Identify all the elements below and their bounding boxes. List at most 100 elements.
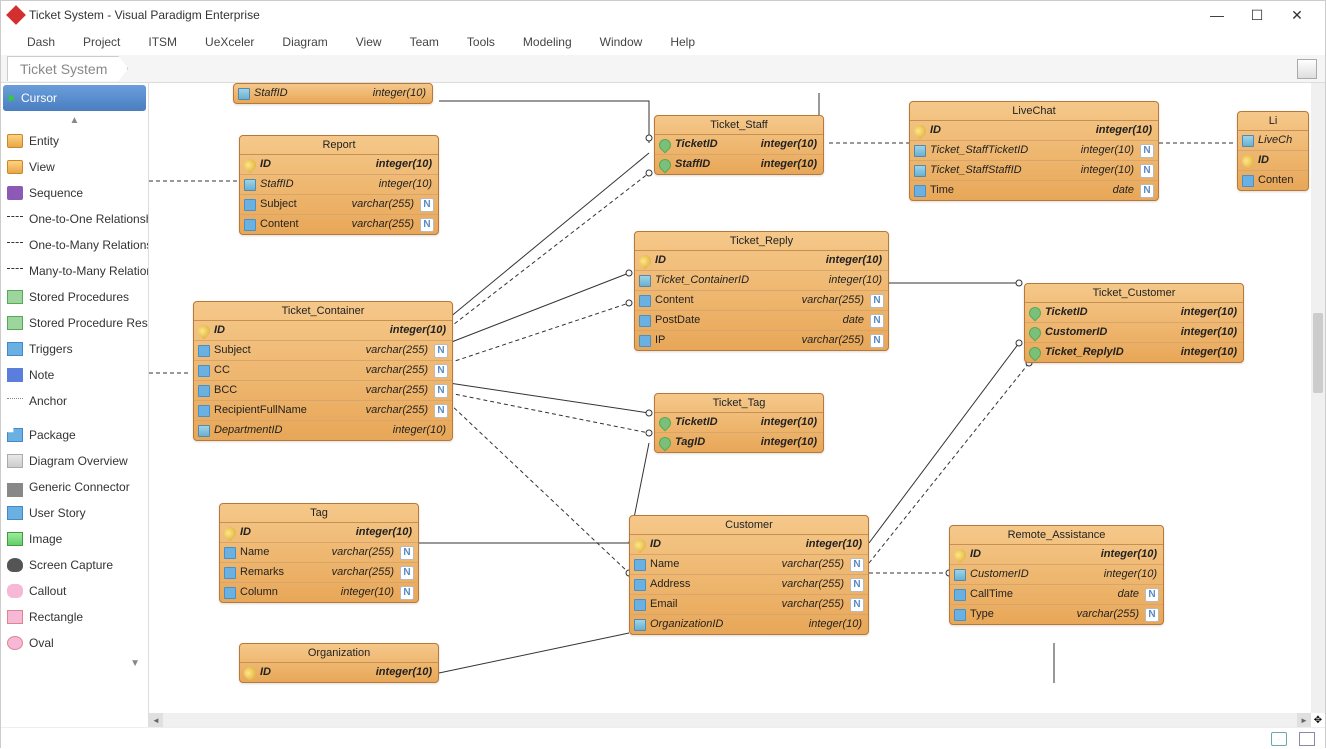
entity-column-row[interactable]: IDinteger(10) <box>635 251 888 271</box>
entity-column-row[interactable]: IDinteger(10) <box>220 523 418 543</box>
entity-column-row[interactable]: Typevarchar(255)N <box>950 605 1163 624</box>
menu-window[interactable]: Window <box>586 31 657 53</box>
entity-column-row[interactable]: StaffIDinteger(10) <box>655 155 823 174</box>
entity-column-row[interactable]: BCCvarchar(255)N <box>194 381 452 401</box>
entity-column-row[interactable]: Namevarchar(255)N <box>630 555 868 575</box>
palette-many-to-many[interactable]: Many-to-Many Relationship <box>1 258 148 284</box>
entity-column-row[interactable]: Remarksvarchar(255)N <box>220 563 418 583</box>
palette-diagram-overview[interactable]: Diagram Overview <box>1 448 148 474</box>
entity-column-row[interactable]: ID <box>1238 151 1308 171</box>
entity-ticket-reply[interactable]: Ticket_ReplyIDinteger(10)Ticket_Containe… <box>634 231 889 351</box>
palette-stored-proc[interactable]: Stored Procedures <box>1 284 148 310</box>
palette-screen-capture[interactable]: Screen Capture <box>1 552 148 578</box>
entity-column-row[interactable]: IDinteger(10) <box>240 155 438 175</box>
palette-package[interactable]: Package <box>1 422 148 448</box>
entity-column-row[interactable]: Ticket_ReplyIDinteger(10) <box>1025 343 1243 362</box>
entity-column-row[interactable]: Subjectvarchar(255)N <box>240 195 438 215</box>
horizontal-scrollbar[interactable]: ◄ ► <box>149 713 1311 727</box>
entity-organization[interactable]: OrganizationIDinteger(10) <box>239 643 439 683</box>
palette-collapse-down[interactable]: ▼ <box>1 656 148 671</box>
entity-column-row[interactable]: Contentvarchar(255)N <box>635 291 888 311</box>
entity-column-row[interactable]: StaffIDinteger(10) <box>234 84 432 103</box>
entity-column-row[interactable]: Ticket_ContainerIDinteger(10) <box>635 271 888 291</box>
entity-column-row[interactable]: PostDatedateN <box>635 311 888 331</box>
menu-project[interactable]: Project <box>69 31 134 53</box>
breadcrumb-right-button[interactable] <box>1297 59 1317 79</box>
vertical-scrollbar[interactable] <box>1311 83 1325 713</box>
palette-user-story[interactable]: User Story <box>1 500 148 526</box>
maximize-button[interactable]: ☐ <box>1237 1 1277 29</box>
entity-column-row[interactable]: IPvarchar(255)N <box>635 331 888 350</box>
entity-column-row[interactable]: Emailvarchar(255)N <box>630 595 868 615</box>
palette-cursor[interactable]: Cursor <box>3 85 146 111</box>
entity-partial-top[interactable]: StaffIDinteger(10) <box>233 83 433 104</box>
entity-column-row[interactable]: TagIDinteger(10) <box>655 433 823 452</box>
palette-entity[interactable]: Entity <box>1 128 148 154</box>
menu-itsm[interactable]: ITSM <box>134 31 191 53</box>
menu-uexceler[interactable]: UeXceler <box>191 31 268 53</box>
mail-icon[interactable] <box>1271 732 1287 746</box>
entity-report[interactable]: ReportIDinteger(10)StaffIDinteger(10)Sub… <box>239 135 439 235</box>
palette-generic-connector[interactable]: Generic Connector <box>1 474 148 500</box>
entity-column-row[interactable]: IDinteger(10) <box>630 535 868 555</box>
menu-diagram[interactable]: Diagram <box>268 31 341 53</box>
entity-column-row[interactable]: IDinteger(10) <box>950 545 1163 565</box>
palette-oval[interactable]: Oval <box>1 630 148 656</box>
entity-column-row[interactable]: Namevarchar(255)N <box>220 543 418 563</box>
entity-customer[interactable]: CustomerIDinteger(10)Namevarchar(255)NAd… <box>629 515 869 635</box>
entity-column-row[interactable]: LiveCh <box>1238 131 1308 151</box>
entity-column-row[interactable]: TicketIDinteger(10) <box>655 135 823 155</box>
entity-partial-right[interactable]: LiLiveChIDConten <box>1237 111 1309 191</box>
entity-column-row[interactable]: Contentvarchar(255)N <box>240 215 438 234</box>
menu-dash[interactable]: Dash <box>13 31 69 53</box>
palette-view[interactable]: View <box>1 154 148 180</box>
minimize-button[interactable]: — <box>1197 1 1237 29</box>
palette-one-to-many[interactable]: One-to-Many Relationship <box>1 232 148 258</box>
menu-tools[interactable]: Tools <box>453 31 509 53</box>
entity-column-row[interactable]: RecipientFullNamevarchar(255)N <box>194 401 452 421</box>
breadcrumb-tab[interactable]: Ticket System <box>7 56 128 81</box>
palette-anchor[interactable]: Anchor <box>1 388 148 414</box>
entity-ticket-staff[interactable]: Ticket_StaffTicketIDinteger(10)StaffIDin… <box>654 115 824 175</box>
entity-column-row[interactable]: Ticket_StaffStaffIDinteger(10)N <box>910 161 1158 181</box>
menu-help[interactable]: Help <box>656 31 709 53</box>
pan-navigator-icon[interactable]: ✥ <box>1311 713 1325 727</box>
entity-column-row[interactable]: Conten <box>1238 171 1308 190</box>
entity-column-row[interactable]: CCvarchar(255)N <box>194 361 452 381</box>
entity-remote-assistance[interactable]: Remote_AssistanceIDinteger(10)CustomerID… <box>949 525 1164 625</box>
scroll-left-button[interactable]: ◄ <box>149 713 163 727</box>
palette-sequence[interactable]: Sequence <box>1 180 148 206</box>
entity-column-row[interactable]: Columninteger(10)N <box>220 583 418 602</box>
entity-column-row[interactable]: Addressvarchar(255)N <box>630 575 868 595</box>
palette-stored-proc-result[interactable]: Stored Procedure Resultset <box>1 310 148 336</box>
entity-column-row[interactable]: Subjectvarchar(255)N <box>194 341 452 361</box>
entity-column-row[interactable]: IDinteger(10) <box>910 121 1158 141</box>
entity-column-row[interactable]: TimedateN <box>910 181 1158 200</box>
entity-ticket-tag[interactable]: Ticket_TagTicketIDinteger(10)TagIDintege… <box>654 393 824 453</box>
entity-livechat[interactable]: LiveChatIDinteger(10)Ticket_StaffTicketI… <box>909 101 1159 201</box>
entity-column-row[interactable]: OrganizationIDinteger(10) <box>630 615 868 634</box>
entity-column-row[interactable]: StaffIDinteger(10) <box>240 175 438 195</box>
menu-team[interactable]: Team <box>396 31 453 53</box>
palette-triggers[interactable]: Triggers <box>1 336 148 362</box>
menu-view[interactable]: View <box>342 31 396 53</box>
palette-rectangle[interactable]: Rectangle <box>1 604 148 630</box>
entity-column-row[interactable]: TicketIDinteger(10) <box>655 413 823 433</box>
entity-ticket-container[interactable]: Ticket_ContainerIDinteger(10)Subjectvarc… <box>193 301 453 441</box>
entity-ticket-customer[interactable]: Ticket_CustomerTicketIDinteger(10)Custom… <box>1024 283 1244 363</box>
palette-image[interactable]: Image <box>1 526 148 552</box>
entity-column-row[interactable]: CustomerIDinteger(10) <box>1025 323 1243 343</box>
entity-column-row[interactable]: IDinteger(10) <box>194 321 452 341</box>
palette-one-to-one[interactable]: One-to-One Relationship <box>1 206 148 232</box>
palette-note[interactable]: Note <box>1 362 148 388</box>
edit-icon[interactable] <box>1299 732 1315 746</box>
entity-column-row[interactable]: IDinteger(10) <box>240 663 438 682</box>
close-button[interactable]: ✕ <box>1277 1 1317 29</box>
entity-column-row[interactable]: DepartmentIDinteger(10) <box>194 421 452 440</box>
entity-column-row[interactable]: Ticket_StaffTicketIDinteger(10)N <box>910 141 1158 161</box>
entity-column-row[interactable]: CustomerIDinteger(10) <box>950 565 1163 585</box>
menu-modeling[interactable]: Modeling <box>509 31 586 53</box>
scroll-right-button[interactable]: ► <box>1297 713 1311 727</box>
entity-column-row[interactable]: CallTimedateN <box>950 585 1163 605</box>
entity-column-row[interactable]: TicketIDinteger(10) <box>1025 303 1243 323</box>
